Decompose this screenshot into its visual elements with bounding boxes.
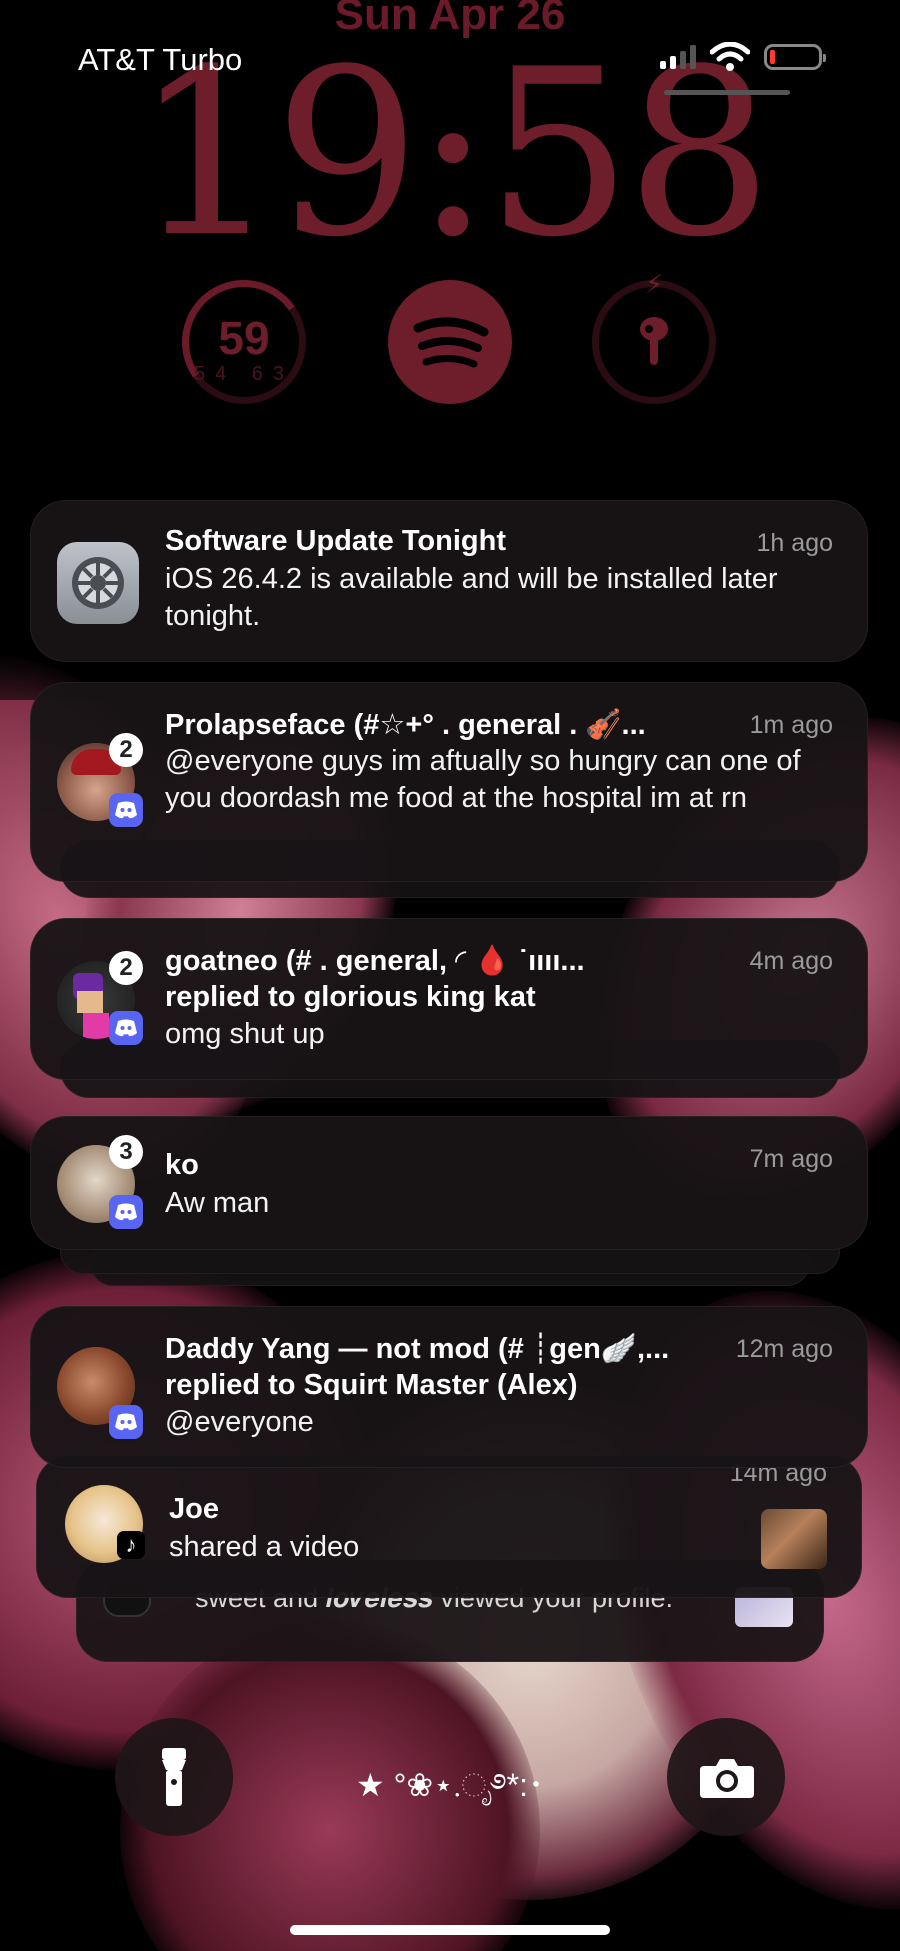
notification-title: Joe xyxy=(169,1493,219,1525)
weather-widget[interactable]: 59 54 63 xyxy=(172,270,316,414)
status-icons xyxy=(660,42,826,72)
notification-title: ko xyxy=(165,1149,199,1181)
notification-discord-prolapseface[interactable]: 2 Prolapseface (#☆+° . general . 🎻... 1m… xyxy=(30,682,868,882)
discord-icon xyxy=(109,793,143,827)
notification-time: 1h ago xyxy=(756,529,833,557)
notification-body: @everyone xyxy=(165,1406,314,1438)
discord-icon xyxy=(109,1405,143,1439)
carrier-name: AT&T Turbo xyxy=(78,42,243,77)
airpods-icon xyxy=(640,317,668,365)
weather-range: 54 63 xyxy=(193,363,295,385)
discord-icon xyxy=(109,1195,143,1229)
notification-time: 7m ago xyxy=(749,1145,833,1173)
airpods-battery-widget[interactable]: ⚡ xyxy=(592,269,716,404)
notification-subtitle: replied to Squirt Master (Alex) xyxy=(165,1369,578,1401)
tiktok-icon: ♪ xyxy=(117,1531,145,1559)
notification-tiktok-joe[interactable]: ♪ Joe 14m ago shared a video xyxy=(36,1456,862,1598)
notification-discord-ko[interactable]: 3 ko 7m ago Aw man xyxy=(30,1116,868,1250)
weather-temp: 59 xyxy=(218,312,270,364)
video-thumbnail xyxy=(761,1509,827,1569)
message-count-badge: 2 xyxy=(109,733,143,767)
message-count-badge: 3 xyxy=(109,1135,143,1169)
home-indicator[interactable] xyxy=(290,1925,610,1935)
discord-icon xyxy=(109,1011,143,1045)
cellular-signal-icon xyxy=(660,45,696,69)
charging-bolt-icon: ⚡ xyxy=(645,269,664,299)
camera-icon xyxy=(700,1759,754,1798)
camera-button[interactable] xyxy=(667,1718,785,1836)
notification-title: Daddy Yang — not mod (# ┊gen🪽,... xyxy=(165,1333,670,1365)
notification-time: 12m ago xyxy=(735,1335,833,1363)
notification-title: Software Update Tonight xyxy=(165,525,507,557)
settings-gear-icon xyxy=(57,542,139,624)
notification-software-update[interactable]: Software Update Tonight 1h ago iOS 26.4.… xyxy=(30,500,868,662)
notification-title: goatneo (# . general, ◜ 🩸 ˙ıııı... xyxy=(165,945,585,977)
notification-time: 4m ago xyxy=(749,947,833,975)
notification-body: Aw man xyxy=(165,1187,270,1219)
message-count-badge: 2 xyxy=(109,951,143,985)
notification-title: Prolapseface (#☆+° . general . 🎻... xyxy=(165,709,646,741)
notification-time: 1m ago xyxy=(749,711,833,739)
dynamic-island-line xyxy=(664,90,790,95)
notification-discord-daddy-yang[interactable]: Daddy Yang — not mod (# ┊gen🪽,... 12m ag… xyxy=(30,1306,868,1468)
notification-body: omg shut up xyxy=(165,1018,325,1050)
battery-icon xyxy=(764,44,826,70)
notification-body: shared a video xyxy=(169,1531,360,1563)
wifi-icon xyxy=(710,42,750,71)
notification-discord-goatneo[interactable]: 2 goatneo (# . general, ◜ 🩸 ˙ıııı... 4m … xyxy=(30,918,868,1080)
notification-body: iOS 26.4.2 is available and will be inst… xyxy=(165,563,778,632)
spotify-icon[interactable] xyxy=(388,280,512,404)
notification-subtitle: replied to glorious king kat xyxy=(165,981,536,1013)
notification-body: @everyone guys im aftually so hungry can… xyxy=(165,745,801,814)
